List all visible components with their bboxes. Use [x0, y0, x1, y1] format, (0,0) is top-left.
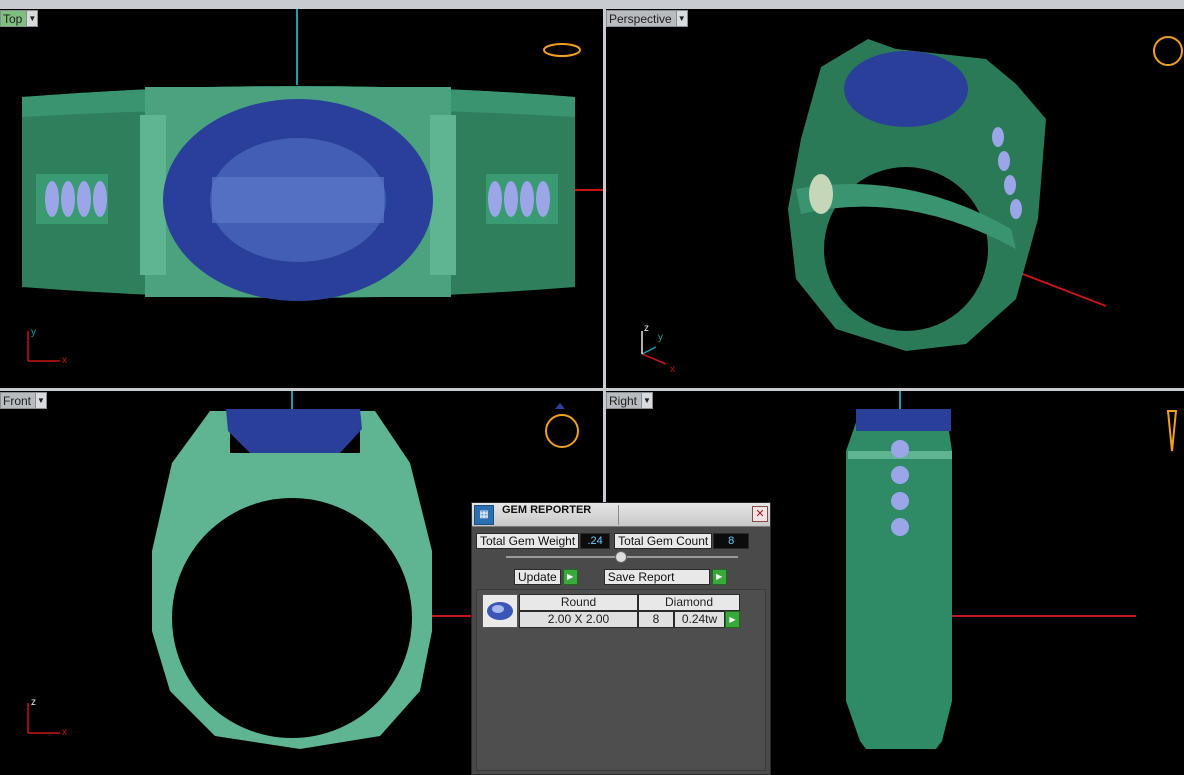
view-widget-icon — [1166, 410, 1178, 452]
viewport-perspective[interactable]: Perspective ▼ x y z — [606, 9, 1184, 388]
viewport-dropdown-icon[interactable]: ▼ — [675, 11, 687, 26]
svg-text:z: z — [31, 697, 36, 708]
viewport-dropdown-icon[interactable]: ▼ — [35, 393, 47, 408]
perspective-gem — [844, 51, 968, 127]
viewport-right-title: Right — [609, 393, 638, 408]
gem-material: Diamond — [638, 594, 740, 611]
save-report-button[interactable]: Save Report ▶ — [603, 569, 727, 585]
gem-list: Round Diamond 2.00 X 2.00 8 0.24tw ▶ — [476, 589, 766, 771]
gem-reporter-title: GEM REPORTER — [502, 504, 592, 516]
front-gem — [226, 409, 362, 453]
play-arrow-icon[interactable]: ▶ — [725, 611, 740, 628]
size-slider[interactable] — [506, 551, 738, 563]
svg-text:z: z — [644, 323, 649, 334]
gem-count: 8 — [638, 611, 674, 628]
view-widget-icon — [545, 414, 579, 448]
ring-front-hole — [172, 498, 412, 738]
close-icon[interactable]: ✕ — [752, 506, 768, 522]
viewport-perspective-title: Perspective — [609, 11, 672, 26]
gem-size: 2.00 X 2.00 — [519, 611, 638, 628]
viewport-front-title: Front — [3, 393, 32, 408]
play-arrow-icon[interactable]: ▶ — [562, 569, 578, 585]
viewport-top-canvas: x y — [22, 9, 603, 366]
viewport-dropdown-icon[interactable]: ▼ — [641, 393, 653, 408]
view-widget-icon — [543, 43, 581, 57]
gem-list-item[interactable]: Round Diamond 2.00 X 2.00 8 0.24tw ▶ — [482, 594, 740, 628]
app-window: Top ▼ x y Perspective ▼ x y z Front ▼ x … — [0, 0, 1184, 775]
save-report-button-label: Save Report — [603, 569, 710, 585]
head-wall-left — [140, 115, 166, 275]
gem-shape: Round — [519, 594, 638, 611]
total-gem-count-value: 8 — [713, 533, 750, 549]
gem-thumbnail-icon — [482, 594, 518, 628]
svg-text:y: y — [658, 332, 663, 343]
title-divider — [618, 505, 619, 525]
head-wall-right — [430, 115, 456, 275]
gem-reporter-panel: ▦ GEM REPORTER ✕ Total Gem Weight .24 To… — [471, 502, 771, 775]
svg-text:x: x — [62, 727, 67, 738]
action-buttons: Update ▶ Save Report ▶ — [514, 569, 727, 585]
gem-weight: 0.24tw — [674, 611, 725, 628]
total-gem-weight-label: Total Gem Weight — [476, 533, 580, 549]
totals-row: Total Gem Weight .24 Total Gem Count 8 — [476, 533, 750, 549]
viewport-top-label[interactable]: Top ▼ — [0, 10, 39, 27]
viewport-top[interactable]: Top ▼ x y — [0, 9, 603, 388]
viewport-right-label[interactable]: Right ▼ — [606, 392, 654, 409]
gem-reporter-app-icon: ▦ — [474, 504, 494, 525]
axis-x-label: x — [62, 355, 67, 366]
axis-y-label: y — [31, 327, 36, 338]
viewport-dropdown-icon[interactable]: ▼ — [26, 11, 38, 26]
total-gem-count-label: Total Gem Count — [614, 533, 713, 549]
viewport-front-label[interactable]: Front ▼ — [0, 392, 48, 409]
viewport-top-title: Top — [3, 11, 23, 26]
update-button-label: Update — [514, 569, 561, 585]
slider-knob[interactable] — [615, 551, 627, 563]
ring-side — [846, 411, 952, 749]
side-gem — [856, 409, 951, 431]
update-button[interactable]: Update ▶ — [514, 569, 578, 585]
view-widget-icon — [1153, 36, 1183, 66]
viewport-perspective-label[interactable]: Perspective ▼ — [606, 10, 688, 27]
gem-reporter-titlebar[interactable]: ▦ GEM REPORTER ✕ — [472, 503, 770, 527]
svg-text:x: x — [670, 364, 675, 375]
play-arrow-icon[interactable]: ▶ — [711, 569, 727, 585]
total-gem-weight-value: .24 — [580, 533, 611, 549]
viewport-perspective-canvas: x y z — [641, 36, 1183, 375]
